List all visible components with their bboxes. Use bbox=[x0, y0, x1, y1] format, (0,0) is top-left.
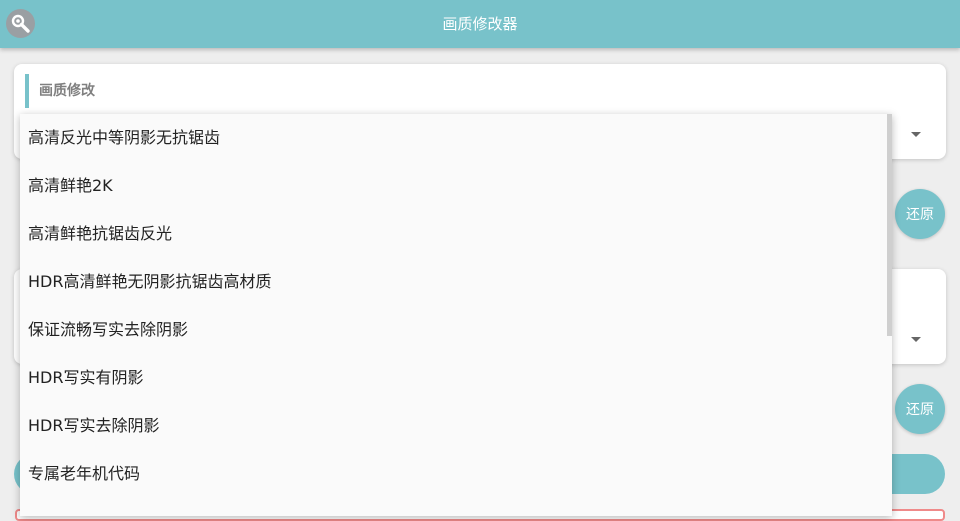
restore-button-1[interactable]: 还原 bbox=[895, 189, 945, 239]
dropdown-option[interactable]: 高清鲜艳2K bbox=[20, 162, 892, 210]
chevron-down-icon[interactable] bbox=[911, 132, 921, 137]
dropdown-option[interactable]: 保证流畅写实去除阴影 bbox=[20, 306, 892, 354]
quality-dropdown-menu[interactable]: 高清反光中等阴影无抗锯齿 高清鲜艳2K 高清鲜艳抗锯齿反光 HDR高清鲜艳无阴影… bbox=[20, 114, 892, 516]
dropdown-option[interactable]: 专属老年机代码 bbox=[20, 450, 892, 498]
chevron-down-icon[interactable] bbox=[911, 337, 921, 342]
restore-button-2[interactable]: 还原 bbox=[895, 384, 945, 434]
dropdown-option[interactable]: HDR写实有阴影 bbox=[20, 354, 892, 402]
dropdown-option[interactable]: HDR高清鲜艳无阴影抗锯齿高材质 bbox=[20, 258, 892, 306]
dropdown-option[interactable]: HDR写实去除阴影 bbox=[20, 402, 892, 450]
dropdown-option[interactable]: 高清鲜艳抗锯齿反光 bbox=[20, 210, 892, 258]
dropdown-scrollbar[interactable] bbox=[887, 114, 892, 336]
section-title: 画质修改 bbox=[25, 74, 95, 108]
dropdown-option[interactable]: 高清反光中等阴影无抗锯齿 bbox=[20, 114, 892, 162]
app-title: 画质修改器 bbox=[442, 15, 518, 33]
top-app-bar: 画质修改器 bbox=[0, 0, 960, 48]
